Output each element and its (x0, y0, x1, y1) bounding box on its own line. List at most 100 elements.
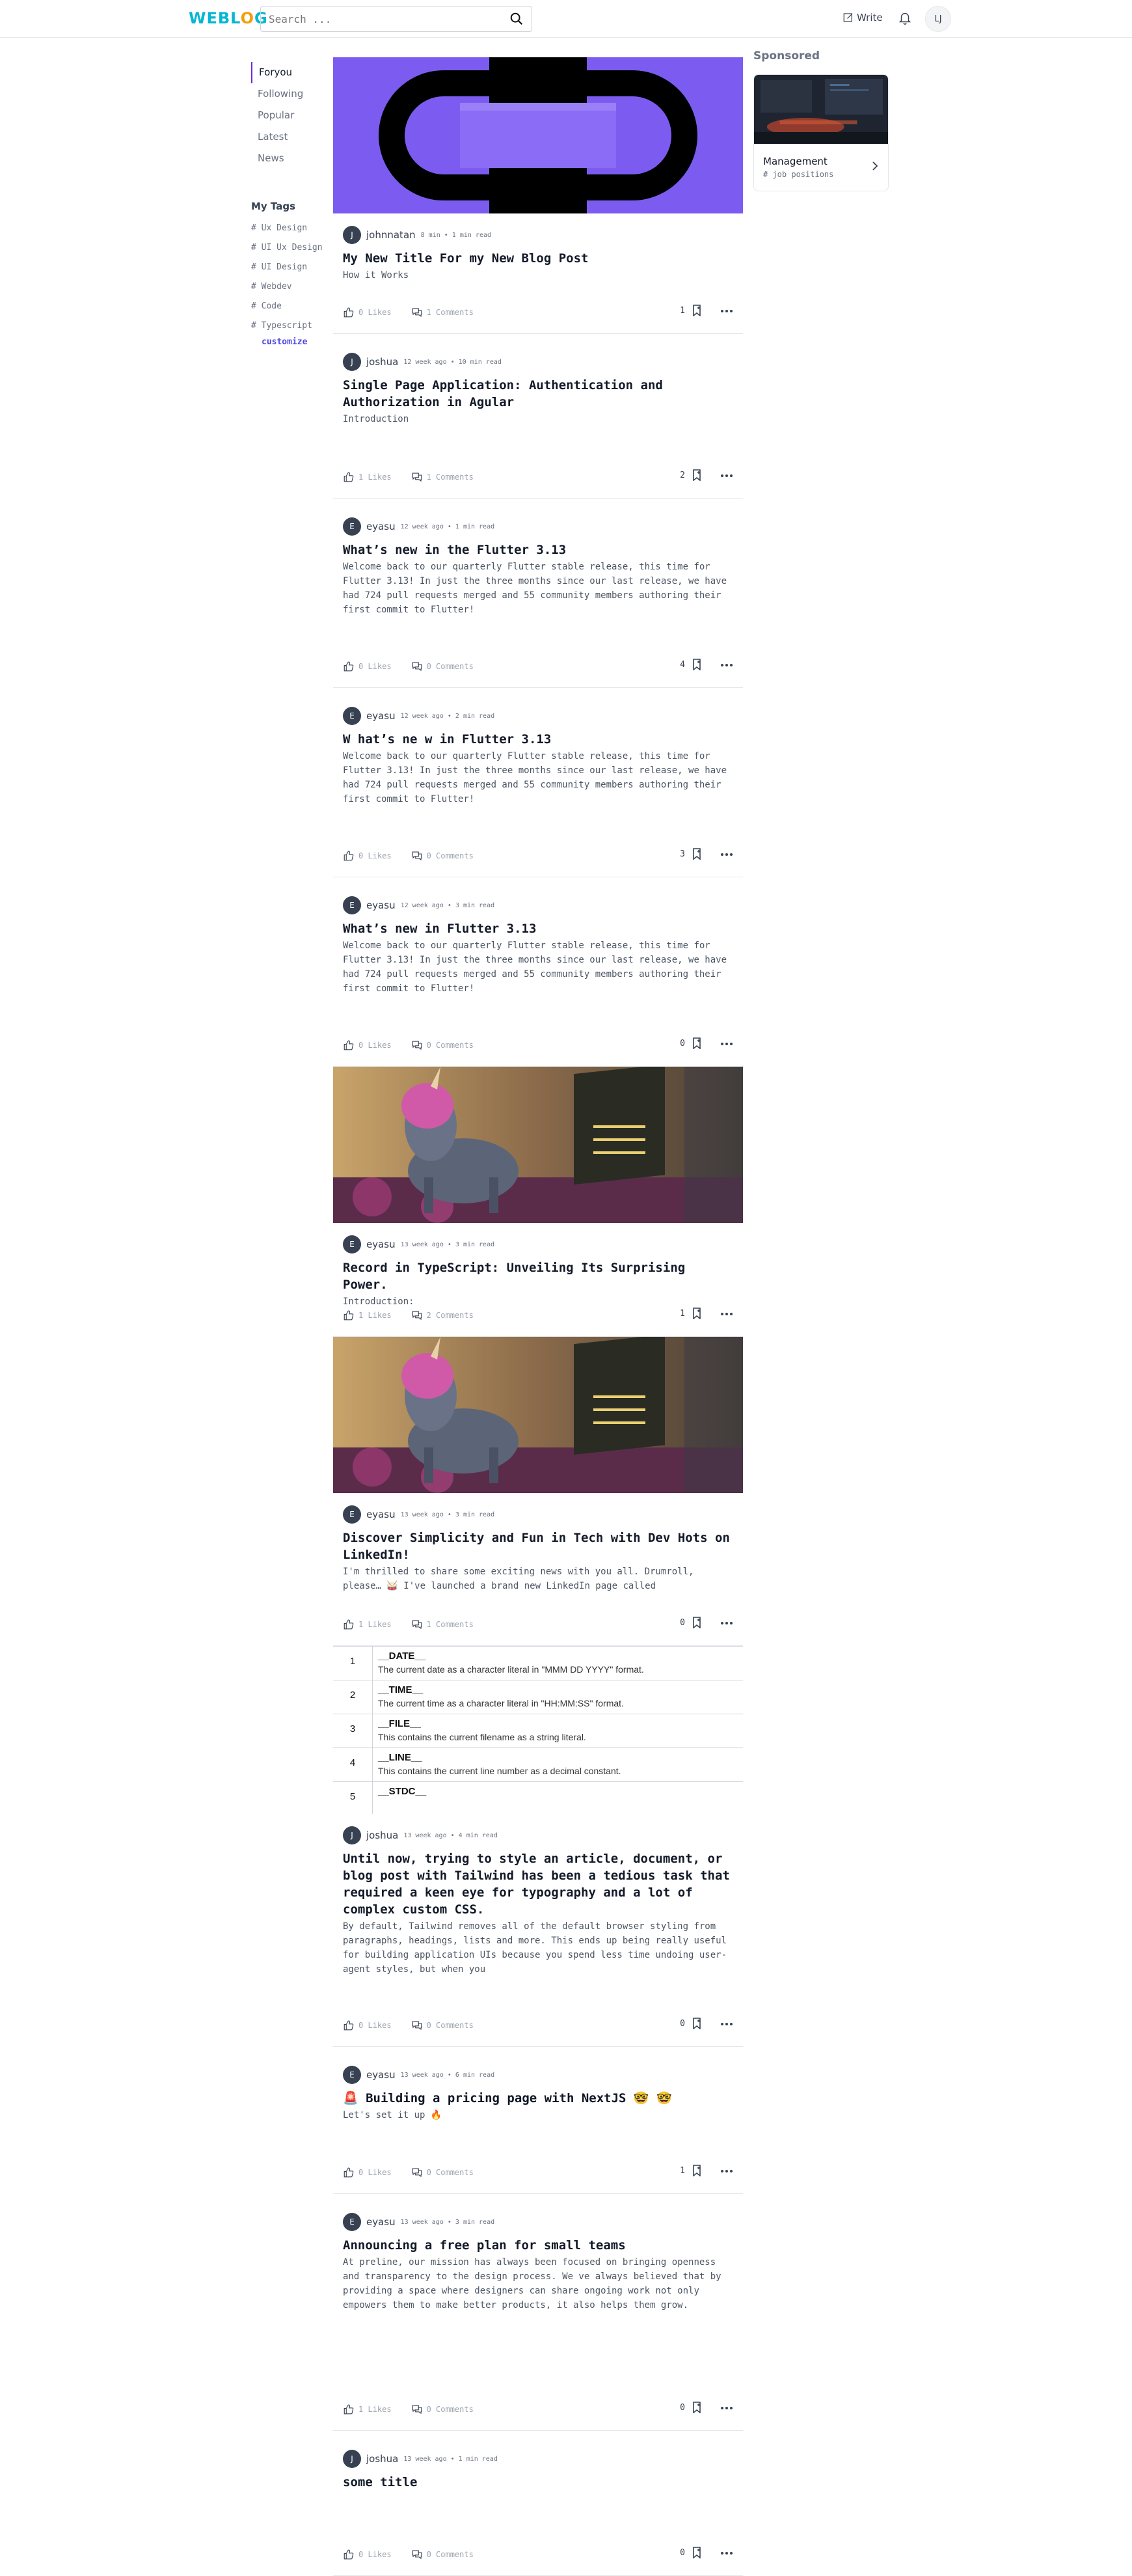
author-name[interactable]: eyasu (366, 899, 396, 911)
comment-button[interactable]: 1 Comments (411, 307, 474, 318)
comment-button[interactable]: 2 Comments (411, 1309, 474, 1321)
bookmark-icon[interactable] (692, 469, 702, 481)
nav-item-news[interactable]: News (251, 148, 323, 169)
post-title[interactable]: What’s new in the Flutter 3.13 (343, 541, 733, 558)
nav-item-popular[interactable]: Popular (251, 105, 323, 126)
post-card[interactable]: E eyasu 12 week ago • 1 min read What’s … (333, 517, 743, 688)
like-button[interactable]: 0 Likes (343, 661, 392, 672)
like-button[interactable]: 0 Likes (343, 307, 392, 318)
author-name[interactable]: joshua (366, 2453, 398, 2465)
like-icon[interactable] (343, 2020, 355, 2031)
author-name[interactable]: joshua (366, 356, 398, 368)
more-options-icon[interactable] (720, 309, 733, 313)
like-button[interactable]: 0 Likes (343, 2549, 392, 2560)
comment-icon[interactable] (411, 471, 423, 483)
like-icon[interactable] (343, 850, 355, 862)
comment-button[interactable]: 0 Comments (411, 661, 474, 672)
comment-button[interactable]: 0 Comments (411, 2549, 474, 2560)
comment-icon[interactable] (411, 661, 423, 672)
search-box[interactable] (260, 6, 532, 32)
weblog-logo[interactable]: WEBLOG (189, 9, 268, 27)
like-icon[interactable] (343, 1039, 355, 1051)
author-avatar[interactable]: E (343, 1235, 361, 1254)
comment-button[interactable]: 0 Comments (411, 2020, 474, 2031)
search-icon[interactable] (509, 12, 524, 26)
comment-icon[interactable] (411, 1309, 423, 1321)
more-options-icon[interactable] (720, 1042, 733, 1046)
tag-typescript[interactable]: # Typescript (251, 316, 323, 336)
more-options-icon[interactable] (720, 663, 733, 667)
like-icon[interactable] (343, 1619, 355, 1630)
author-name[interactable]: eyasu (366, 521, 396, 532)
author-name[interactable]: eyasu (366, 710, 396, 722)
nav-item-latest[interactable]: Latest (251, 126, 323, 148)
search-input[interactable] (269, 12, 509, 25)
post-card[interactable]: E eyasu 13 week ago • 6 min read 🚨 Build… (333, 2065, 743, 2194)
write-button[interactable]: Write (842, 12, 883, 23)
post-title[interactable]: Record in TypeScript: Unveiling Its Surp… (343, 1259, 733, 1293)
post-card[interactable]: E eyasu 12 week ago • 3 min read What’s … (333, 896, 743, 1067)
like-icon[interactable] (343, 2549, 355, 2560)
author-avatar[interactable]: E (343, 2213, 361, 2231)
bookmark-icon[interactable] (692, 2547, 702, 2558)
author-avatar[interactable]: E (343, 2066, 361, 2084)
tag-ui-design[interactable]: # UI Design (251, 258, 323, 277)
like-icon[interactable] (343, 307, 355, 318)
more-options-icon[interactable] (720, 853, 733, 856)
like-icon[interactable] (343, 661, 355, 672)
comment-icon[interactable] (411, 1039, 423, 1051)
post-title[interactable]: Announcing a free plan for small teams (343, 2237, 733, 2254)
bookmark-icon[interactable] (692, 659, 702, 670)
author-name[interactable]: johnnatan (366, 229, 416, 241)
author-name[interactable]: eyasu (366, 2216, 396, 2228)
nav-item-following[interactable]: Following (251, 83, 323, 105)
like-icon[interactable] (343, 1309, 355, 1321)
post-title[interactable]: Until now, trying to style an article, d… (343, 1850, 733, 1918)
more-options-icon[interactable] (720, 2022, 733, 2026)
author-name[interactable]: eyasu (366, 1509, 396, 1520)
bookmark-icon[interactable] (692, 1617, 702, 1628)
author-name[interactable]: joshua (366, 1829, 398, 1841)
like-button[interactable]: 0 Likes (343, 1039, 392, 1051)
post-title[interactable]: 🚨 Building a pricing page with NextJS 🤓 … (343, 2090, 733, 2107)
comment-button[interactable]: 0 Comments (411, 850, 474, 862)
customize-tags-link[interactable]: customize (262, 337, 307, 347)
bookmark-icon[interactable] (692, 848, 702, 860)
author-name[interactable]: eyasu (366, 2069, 396, 2081)
comment-button[interactable]: 0 Comments (411, 1039, 474, 1051)
post-card[interactable]: E eyasu 13 week ago • 3 min read Discove… (333, 1337, 743, 1646)
comment-icon[interactable] (411, 2167, 423, 2178)
like-button[interactable]: 0 Likes (343, 2167, 392, 2178)
author-avatar[interactable]: J (343, 226, 361, 244)
more-options-icon[interactable] (720, 2551, 733, 2555)
like-button[interactable]: 1 Likes (343, 1309, 392, 1321)
comment-button[interactable]: 0 Comments (411, 2167, 474, 2178)
post-title[interactable]: W hat’s ne w in Flutter 3.13 (343, 731, 733, 748)
more-options-icon[interactable] (720, 474, 733, 478)
bookmark-icon[interactable] (692, 1037, 702, 1049)
tag-code[interactable]: # Code (251, 297, 323, 316)
author-avatar[interactable]: E (343, 517, 361, 536)
post-card[interactable]: J johnnatan 8 min • 1 min read My New Ti… (333, 57, 743, 334)
author-avatar[interactable]: J (343, 2450, 361, 2468)
post-card[interactable]: E eyasu 13 week ago • 3 min read Record … (333, 1067, 743, 1337)
bookmark-icon[interactable] (692, 2018, 702, 2029)
comment-icon[interactable] (411, 307, 423, 318)
author-avatar[interactable]: E (343, 707, 361, 725)
tag-webdev[interactable]: # Webdev (251, 277, 323, 297)
comment-icon[interactable] (411, 2020, 423, 2031)
tag-ui-ux-design[interactable]: # UI Ux Design (251, 238, 323, 258)
bookmark-icon[interactable] (692, 305, 702, 316)
like-button[interactable]: 0 Likes (343, 850, 392, 862)
more-options-icon[interactable] (720, 1312, 733, 1316)
like-icon[interactable] (343, 471, 355, 483)
comment-icon[interactable] (411, 1619, 423, 1630)
user-avatar[interactable]: LJ (925, 6, 951, 32)
comment-button[interactable]: 1 Comments (411, 471, 474, 483)
like-button[interactable]: 1 Likes (343, 471, 392, 483)
author-name[interactable]: eyasu (366, 1239, 396, 1250)
comment-button[interactable]: 1 Comments (411, 1619, 474, 1630)
comment-icon[interactable] (411, 2404, 423, 2415)
author-avatar[interactable]: J (343, 1826, 361, 1844)
post-card[interactable]: J joshua 13 week ago • 1 min read some t… (333, 2449, 743, 2576)
